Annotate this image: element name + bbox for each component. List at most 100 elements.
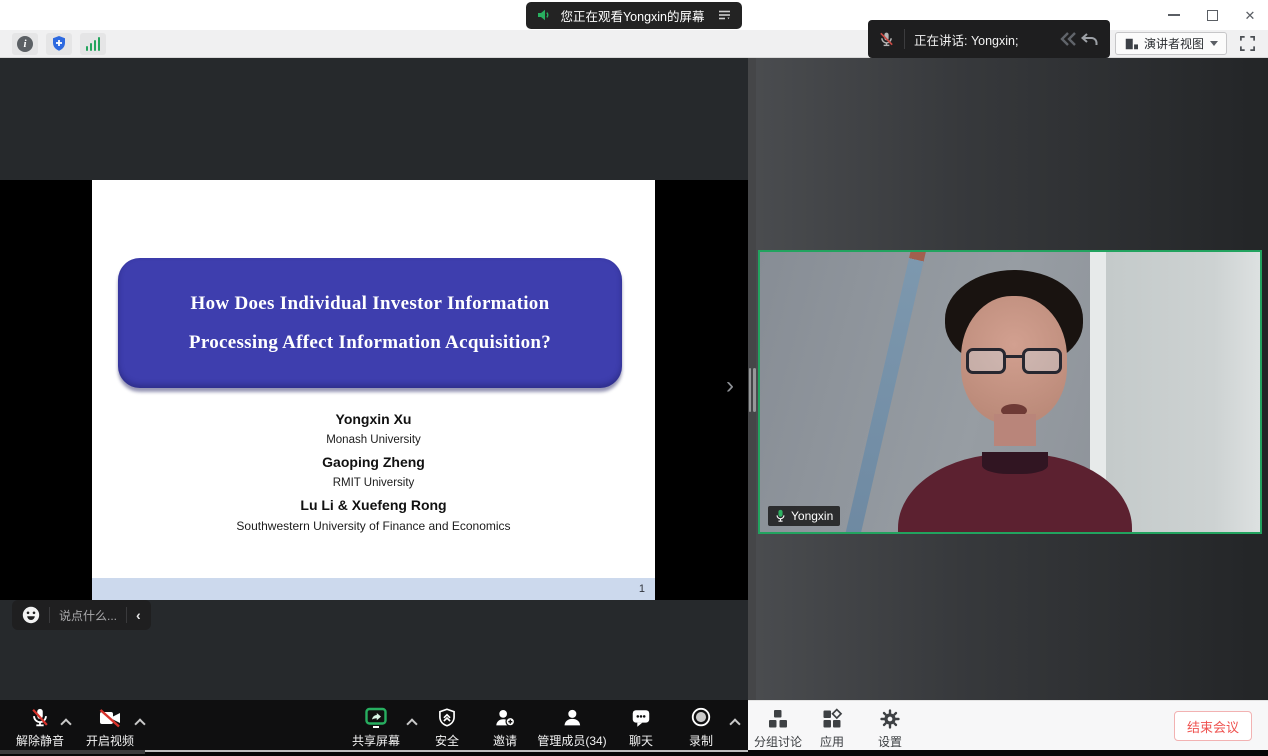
speaker-audio-icon	[536, 7, 552, 23]
chat-label: 聊天	[629, 732, 653, 749]
chat-input-placeholder[interactable]: 说点什么...	[59, 607, 117, 624]
record-button[interactable]: 录制	[689, 700, 713, 750]
apps-label: 应用	[820, 733, 844, 750]
minimize-button[interactable]	[1166, 7, 1182, 23]
security-label: 安全	[435, 732, 459, 749]
active-speaker-badge: 正在讲话: Yongxin;	[868, 20, 1110, 58]
watching-screen-badge[interactable]: 您正在观看Yongxin的屏幕	[526, 2, 741, 29]
presentation-slide: How Does Individual Investor Information…	[92, 180, 655, 600]
author-name: Gaoping Zheng	[92, 451, 655, 473]
close-button[interactable]: ✕	[1242, 7, 1258, 23]
shared-screen-panel: How Does Individual Investor Information…	[0, 58, 748, 700]
taskbar-highlight-line	[145, 750, 748, 752]
author-affiliation: Southwestern University of Finance and E…	[92, 516, 655, 537]
participant-name-tag: Yongxin	[768, 506, 840, 526]
participant-video-tile[interactable]: Yongxin	[758, 250, 1262, 534]
divider	[49, 607, 50, 623]
security-button[interactable]: 安全	[435, 700, 459, 750]
undo-arrow-icon[interactable]	[1080, 30, 1100, 48]
invite-button[interactable]: 邀请	[493, 700, 517, 750]
record-icon	[690, 707, 712, 729]
end-meeting-button[interactable]: 结束会议	[1174, 711, 1252, 741]
slide-page-number: 1	[639, 583, 645, 595]
share-screen-button[interactable]: 共享屏幕	[352, 700, 400, 750]
security-shield-icon	[437, 707, 457, 729]
slide-title-line2: Processing Affect Information Acquisitio…	[189, 323, 551, 362]
share-screen-icon	[364, 707, 388, 729]
audio-options-chevron[interactable]	[62, 720, 71, 729]
slide-footer: 1	[92, 578, 655, 600]
emoji-icon[interactable]	[22, 606, 40, 624]
video-options-chevron[interactable]	[136, 720, 145, 729]
panel-resize-divider[interactable]	[748, 58, 756, 700]
invite-person-icon	[493, 707, 517, 729]
taskbar-segment	[0, 750, 145, 754]
watching-screen-label: 您正在观看Yongxin的屏幕	[560, 6, 704, 25]
author-affiliation: Monash University	[92, 430, 655, 451]
quick-chat-bubble[interactable]: 说点什么... ‹	[12, 600, 151, 630]
participant-collar	[982, 452, 1048, 474]
taskbar-edge	[0, 750, 1268, 756]
participant-name: Yongxin	[791, 509, 833, 523]
active-speaker-label: 正在讲话: Yongxin;	[914, 30, 1018, 49]
toolbar-dark-section: 解除静音 开启视频 共享屏幕 安全 邀请	[0, 700, 748, 750]
meeting-info-icon[interactable]: i	[12, 33, 38, 55]
resize-handle[interactable]	[748, 368, 756, 412]
chat-bubble-icon	[630, 707, 652, 729]
author-affiliation: RMIT University	[92, 473, 655, 494]
toolbar-light-section: 分组讨论 应用 设置 结束会议	[748, 700, 1268, 750]
manage-participants-label: 管理成员(34)	[537, 732, 606, 749]
mic-muted-icon	[29, 707, 51, 729]
chevron-down-icon	[1210, 41, 1218, 46]
connection-signal-icon[interactable]	[80, 33, 106, 55]
speaker-view-icon	[1124, 37, 1138, 51]
badge-menu-icon[interactable]	[717, 8, 732, 22]
author-name: Lu Li & Xuefeng Rong	[92, 494, 655, 516]
rewind-arrow-icon[interactable]	[1058, 30, 1078, 48]
mic-muted-icon	[878, 30, 895, 48]
participants-icon	[561, 707, 583, 729]
gear-icon	[879, 708, 901, 730]
breakout-rooms-icon	[767, 708, 789, 730]
divider	[126, 607, 127, 623]
unmute-button[interactable]: 解除静音	[16, 700, 64, 750]
window-controls: ✕	[1166, 0, 1258, 30]
slide-title-box: How Does Individual Investor Information…	[118, 258, 622, 388]
settings-button[interactable]: 设置	[878, 701, 902, 751]
manage-participants-button[interactable]: 管理成员(34)	[537, 700, 606, 750]
chat-button[interactable]: 聊天	[629, 700, 653, 750]
breakout-rooms-label: 分组讨论	[754, 733, 802, 750]
mic-active-icon	[775, 509, 786, 523]
fullscreen-icon[interactable]	[1239, 35, 1256, 52]
background-door	[1106, 252, 1260, 532]
author-name: Yongxin Xu	[92, 408, 655, 430]
expand-panel-chevron[interactable]: ›	[726, 374, 734, 398]
apps-icon	[821, 708, 843, 730]
record-label: 录制	[689, 732, 713, 749]
view-mode-label: 演讲者视图	[1144, 35, 1204, 52]
participant-neck	[994, 414, 1036, 446]
start-video-button[interactable]: 开启视频	[86, 700, 134, 750]
divider	[904, 29, 905, 49]
start-video-label: 开启视频	[86, 732, 134, 749]
speaker-badge-arrows	[1058, 30, 1100, 48]
settings-label: 设置	[878, 733, 902, 750]
apps-button[interactable]: 应用	[820, 701, 844, 751]
unmute-label: 解除静音	[16, 732, 64, 749]
slide-authors: Yongxin Xu Monash University Gaoping Zhe…	[92, 408, 655, 537]
main-content: How Does Individual Investor Information…	[0, 58, 1268, 700]
invite-label: 邀请	[493, 732, 517, 749]
collapse-chat-chevron[interactable]: ‹	[136, 607, 141, 623]
encryption-shield-icon[interactable]	[46, 33, 72, 55]
record-options-chevron[interactable]	[731, 720, 740, 729]
participant-glasses	[966, 348, 1062, 376]
share-options-chevron[interactable]	[408, 720, 417, 729]
view-mode-button[interactable]: 演讲者视图	[1115, 32, 1227, 55]
meeting-toolbar: 解除静音 开启视频 共享屏幕 安全 邀请	[0, 700, 1268, 750]
video-feed	[760, 252, 1260, 532]
slide-title-line1: How Does Individual Investor Information	[191, 284, 550, 323]
camera-muted-icon	[98, 707, 122, 729]
breakout-rooms-button[interactable]: 分组讨论	[754, 701, 802, 751]
maximize-button[interactable]	[1204, 7, 1220, 23]
video-panel: Yongxin	[756, 58, 1268, 700]
